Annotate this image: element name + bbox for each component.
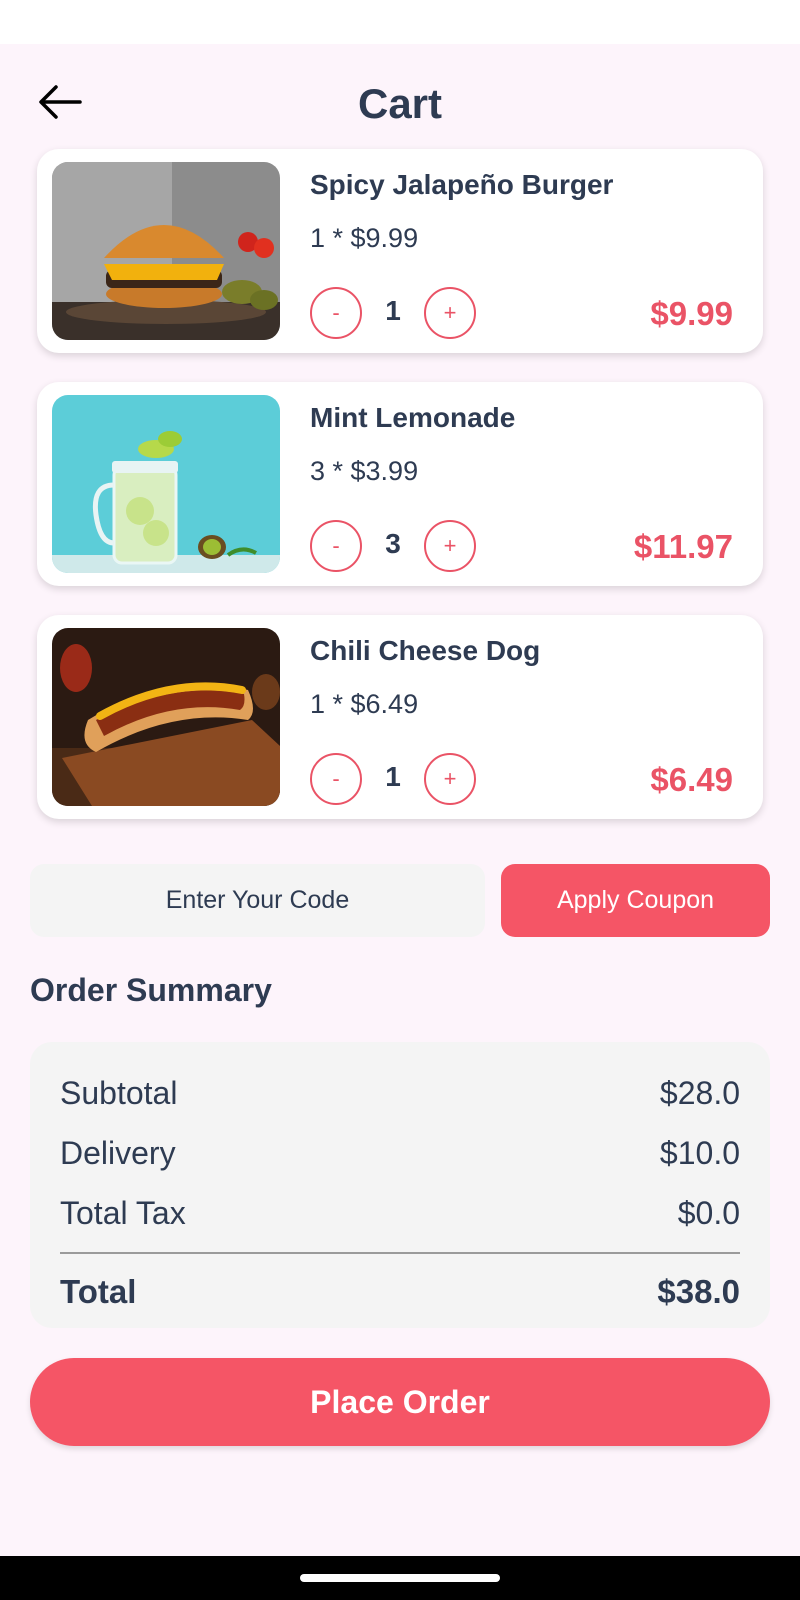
decrease-quantity-button[interactable]: - [310, 287, 362, 339]
lemonade-image [52, 395, 280, 573]
subtotal-value: $28.0 [659, 1075, 740, 1111]
hotdog-image [52, 628, 280, 806]
page-title: Cart [357, 80, 443, 127]
increase-quantity-button[interactable]: + [424, 753, 476, 805]
home-indicator[interactable] [300, 1574, 500, 1582]
item-name: Spicy Jalapeño Burger [310, 169, 614, 200]
item-total-price: $9.99 [650, 295, 733, 332]
decrease-quantity-button[interactable]: - [310, 520, 362, 572]
decrease-quantity-button[interactable]: - [310, 753, 362, 805]
burger-image [52, 162, 280, 340]
cart-item-card: Chili Cheese Dog 1 * $6.49 - 1 + $6.49 [37, 615, 763, 819]
item-total-price: $11.97 [633, 528, 733, 565]
total-value: $38.0 [657, 1273, 740, 1310]
order-summary-title: Order Summary [30, 972, 272, 1008]
total-label: Total [60, 1273, 137, 1310]
navigation-bar [0, 1556, 800, 1600]
delivery-label: Delivery [60, 1135, 176, 1171]
item-unit-price: 1 * $6.49 [310, 689, 419, 719]
item-name: Chili Cheese Dog [310, 635, 541, 666]
item-unit-price: 3 * $3.99 [310, 456, 419, 486]
cart-item-card: Spicy Jalapeño Burger 1 * $9.99 - 1 + $9… [37, 149, 763, 353]
order-summary-box: Subtotal $28.0 Delivery $10.0 Total Tax … [30, 1042, 770, 1328]
increase-quantity-button[interactable]: + [424, 287, 476, 339]
cart-item-card: Mint Lemonade 3 * $3.99 - 3 + $11.97 [37, 382, 763, 586]
increase-quantity-button[interactable]: + [424, 520, 476, 572]
quantity-value: 1 [385, 295, 401, 326]
item-total-price: $6.49 [650, 761, 733, 798]
summary-divider [60, 1252, 740, 1254]
tax-value: $0.0 [677, 1195, 740, 1231]
item-unit-price: 1 * $9.99 [310, 223, 419, 253]
coupon-code-input[interactable] [30, 864, 485, 937]
quantity-value: 3 [385, 528, 401, 559]
delivery-row: Delivery $10.0 [60, 1135, 740, 1172]
status-bar [0, 0, 800, 44]
delivery-value: $10.0 [659, 1135, 740, 1171]
subtotal-row: Subtotal $28.0 [60, 1075, 740, 1112]
item-name: Mint Lemonade [310, 402, 516, 433]
quantity-value: 1 [385, 761, 401, 792]
tax-label: Total Tax [60, 1195, 186, 1231]
apply-coupon-button[interactable]: Apply Coupon [501, 864, 770, 937]
total-row: Total $38.0 [60, 1273, 740, 1311]
place-order-button[interactable]: Place Order [30, 1358, 770, 1446]
subtotal-label: Subtotal [60, 1075, 178, 1111]
tax-row: Total Tax $0.0 [60, 1195, 740, 1232]
header: Cart [0, 44, 800, 148]
